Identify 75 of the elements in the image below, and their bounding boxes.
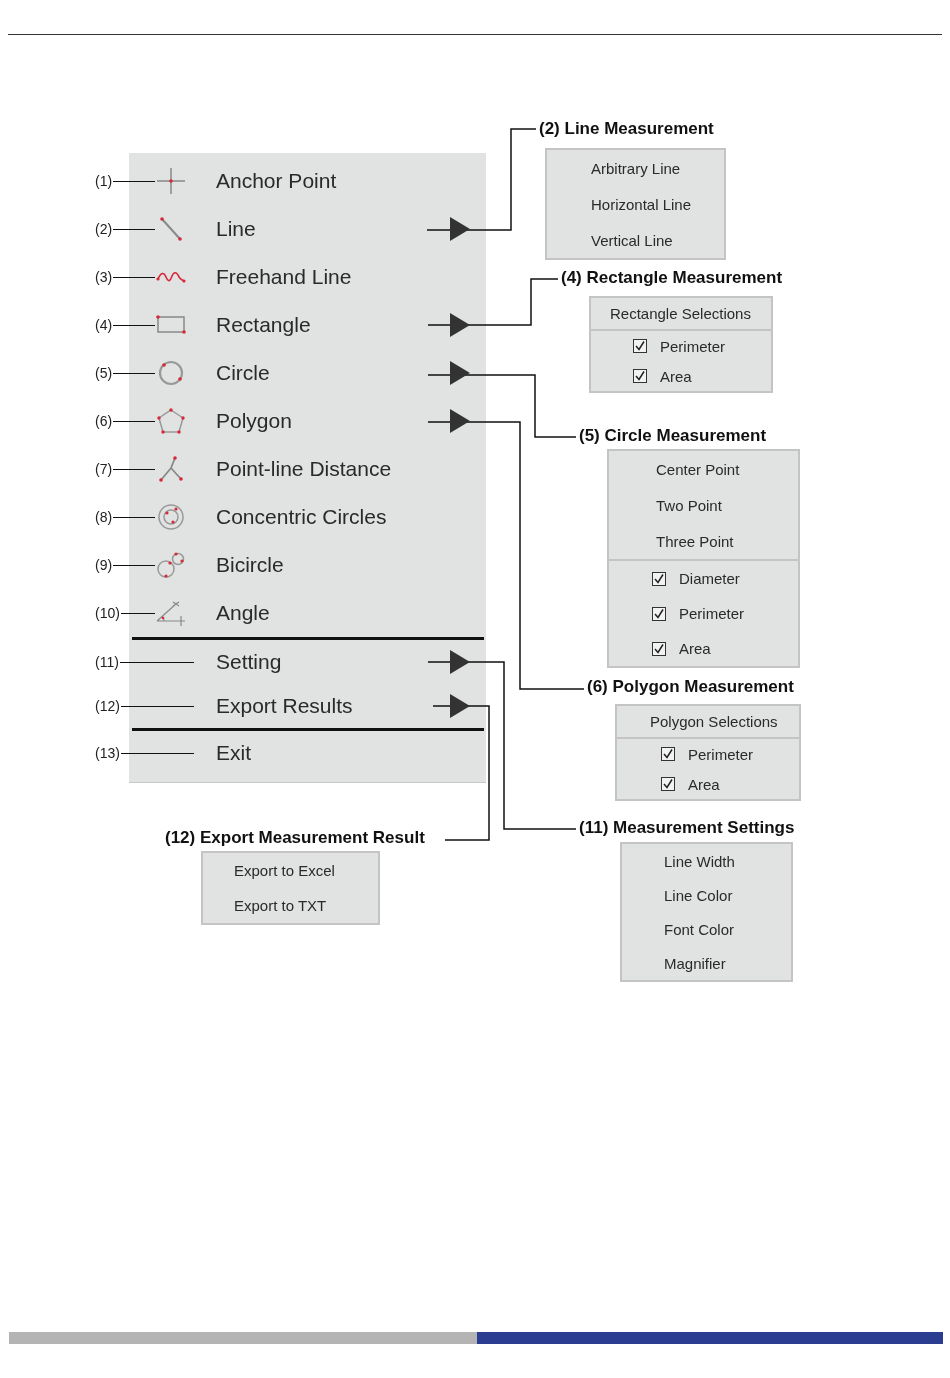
- menu-item[interactable]: Export Results: [216, 694, 353, 718]
- leader-line: [113, 324, 155, 326]
- checkbox[interactable]: [652, 641, 666, 656]
- callout-number: (5): [95, 365, 113, 381]
- submenu-item[interactable]: Font Color: [622, 912, 791, 946]
- menu-item[interactable]: Angle: [216, 601, 270, 625]
- submenu-item[interactable]: Horizontal Line: [547, 186, 724, 222]
- crosshair-icon: [155, 167, 187, 195]
- submenu-item[interactable]: Three Point: [609, 523, 798, 559]
- callout-number: (10): [95, 605, 120, 621]
- callout-number: (3): [95, 269, 113, 285]
- submenu-item[interactable]: Vertical Line: [547, 222, 724, 258]
- leader-line: [113, 564, 155, 566]
- callout-number: (6): [95, 413, 113, 429]
- menu-item[interactable]: Exit: [216, 741, 251, 765]
- menu-item[interactable]: Concentric Circles: [216, 505, 387, 529]
- submenu-title: (6) Polygon Measurement: [586, 677, 795, 697]
- submenu-title: (11) Measurement Settings: [578, 818, 796, 838]
- submenu-item[interactable]: Center Point: [609, 451, 798, 487]
- callout-number: (2): [95, 221, 113, 237]
- pentagon-icon: [155, 407, 187, 435]
- check-option[interactable]: Area: [609, 631, 798, 666]
- submenu-item[interactable]: Rectangle Selections: [591, 298, 771, 329]
- check-option[interactable]: Perimeter: [617, 739, 799, 769]
- leader-line: [113, 468, 155, 470]
- menu-item[interactable]: Anchor Point: [216, 169, 337, 193]
- menu-item[interactable]: Freehand Line: [216, 265, 352, 289]
- leader-line: [113, 276, 155, 278]
- checkbox[interactable]: [652, 571, 666, 586]
- leader-line: [113, 228, 155, 230]
- check-option[interactable]: Diameter: [609, 561, 798, 596]
- check-option[interactable]: Perimeter: [609, 596, 798, 631]
- check-option[interactable]: Area: [617, 769, 799, 799]
- submenu-title: (12) Export Measurement Result: [164, 828, 426, 848]
- submenu-title: (4) Rectangle Measurement: [560, 268, 784, 288]
- menu-item[interactable]: Circle: [216, 361, 270, 385]
- menu-item[interactable]: Bicircle: [216, 553, 284, 577]
- callout-number: (8): [95, 509, 113, 525]
- menu-item[interactable]: Setting: [216, 650, 282, 674]
- submenu-item[interactable]: Line Width: [622, 844, 791, 878]
- submenu-item[interactable]: Arbitrary Line: [547, 150, 724, 186]
- callout-number: (1): [95, 173, 113, 189]
- checkbox[interactable]: [652, 606, 666, 621]
- callout-number: (12): [95, 698, 120, 714]
- callout-number: (9): [95, 557, 113, 573]
- angle-icon: [155, 599, 187, 627]
- checkbox[interactable]: [633, 369, 647, 383]
- two-circles-icon: [155, 551, 187, 579]
- submenu-item[interactable]: Export to Excel: [203, 853, 378, 888]
- check-option[interactable]: Perimeter: [591, 331, 771, 361]
- menu-item[interactable]: Rectangle: [216, 313, 311, 337]
- submenu-item[interactable]: Line Color: [622, 878, 791, 912]
- leader-line: [113, 516, 155, 518]
- menu-item[interactable]: Point-line Distance: [216, 457, 392, 481]
- callout-number: (7): [95, 461, 113, 477]
- menu-item[interactable]: Line: [216, 217, 256, 241]
- leader-line: [113, 180, 155, 182]
- submenu-item[interactable]: Export to TXT: [203, 888, 378, 923]
- callout-number: (11): [95, 654, 119, 670]
- concentric-circles-icon: [155, 503, 187, 531]
- checkbox[interactable]: [633, 339, 647, 353]
- submenu-title: (2) Line Measurement: [538, 119, 715, 139]
- check-option[interactable]: Area: [591, 361, 771, 391]
- leader-line: [120, 612, 155, 614]
- menu-item[interactable]: Polygon: [216, 409, 292, 433]
- checkbox[interactable]: [661, 747, 675, 761]
- submenu-title: (5) Circle Measurement: [578, 426, 768, 446]
- callout-number: (13): [95, 745, 120, 761]
- callout-number: (4): [95, 317, 113, 333]
- checkbox[interactable]: [661, 777, 675, 791]
- submenu-item[interactable]: Magnifier: [622, 946, 791, 980]
- leader-line: [113, 372, 155, 374]
- leader-line: [113, 420, 155, 422]
- submenu-item[interactable]: Two Point: [609, 487, 798, 523]
- submenu-item[interactable]: Polygon Selections: [617, 706, 799, 737]
